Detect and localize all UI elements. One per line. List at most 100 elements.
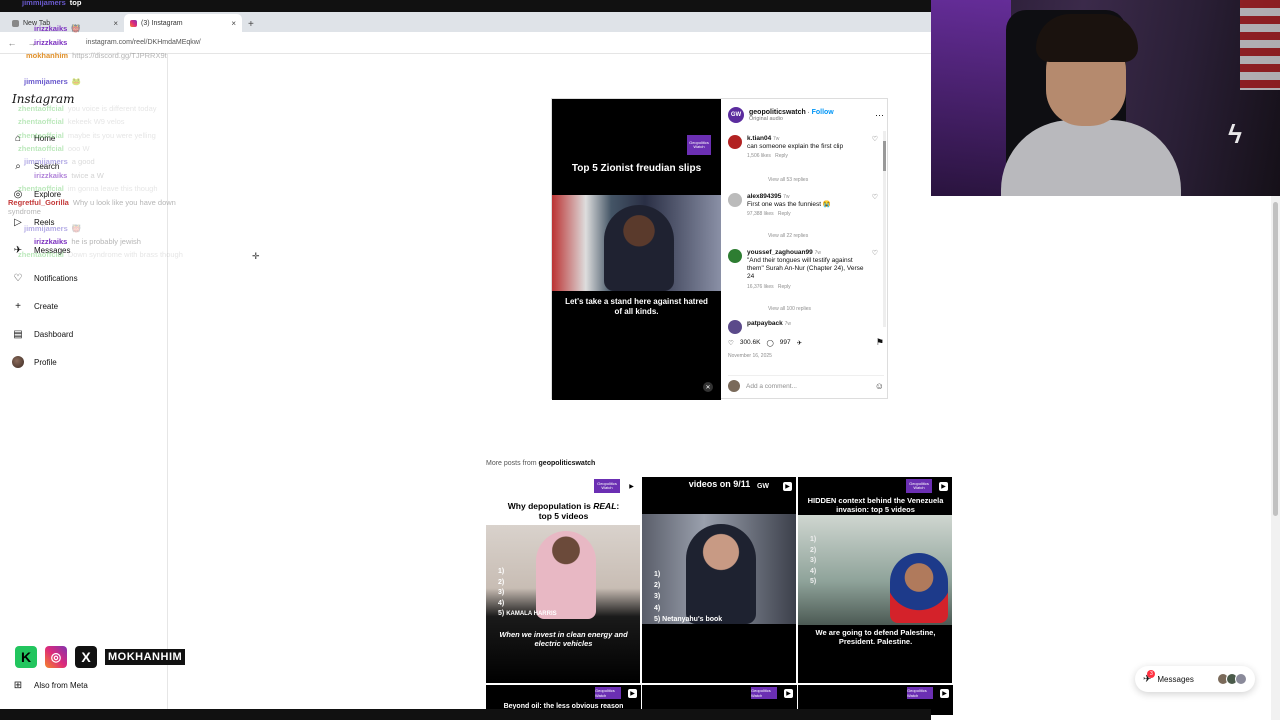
view-replies[interactable]: View all 22 replies <box>768 233 808 239</box>
view-replies[interactable]: View all 100 replies <box>768 306 811 312</box>
comment-user[interactable]: youssef_zaghouan99 <box>747 249 813 256</box>
messages-icon: ✈ 3 <box>1143 669 1156 685</box>
chat-text: https://discord.gg/TJPRRX9t <box>72 51 167 60</box>
comment-icon[interactable]: ◯ <box>766 339 773 347</box>
avatar[interactable] <box>728 193 742 207</box>
avatar[interactable] <box>728 320 742 334</box>
chat-text: top <box>69 0 82 7</box>
comment-text: "And their tongues will testify against … <box>747 257 864 281</box>
chat-text: Down syndrome with brass though <box>67 250 183 259</box>
post-viewer: Geopolitics Watch Top 5 Zionist freudian… <box>551 98 888 400</box>
kick-icon: K <box>15 646 37 668</box>
view-replies[interactable]: View all 53 replies <box>768 177 808 183</box>
tile-list: 1) 2) 3) 4) 5) KAMALA HARRIS <box>498 567 557 620</box>
avatar[interactable] <box>728 135 742 149</box>
like-comment-icon[interactable]: ♡ <box>872 193 878 218</box>
reel-video[interactable]: Geopolitics Watch Top 5 Zionist freudian… <box>552 99 721 400</box>
avatar[interactable] <box>728 249 742 263</box>
comment-text: First one was the funniest 😭 <box>747 201 831 209</box>
chat-user: irizzkaiks <box>34 237 68 246</box>
reply-button[interactable]: Reply <box>778 284 791 290</box>
avatar[interactable]: GW <box>728 107 744 123</box>
like-comment-icon[interactable]: ♡ <box>872 249 878 290</box>
comment-time: 7w <box>783 194 790 200</box>
chat-text: you voice is different today <box>67 104 157 113</box>
chat-text: maybe its you were yelling <box>67 131 156 140</box>
tile-title: Why depopulation is REAL: top 5 videos <box>492 501 635 521</box>
tile-list: 1) 2) 3) 4) 5) Netanyahu's book <box>654 569 722 625</box>
chat-message: zhentaoffcial Down syndrome with brass th… <box>18 250 198 259</box>
close-tab-icon[interactable]: × <box>231 19 236 28</box>
sidebar-item-dashboard[interactable]: ▤ Dashboard <box>12 328 73 340</box>
post-details: GW geopoliticswatch · Follow Original au… <box>722 99 888 400</box>
list-item: 5) <box>810 578 817 585</box>
channel-badge: Geopolitics Watch <box>906 479 932 493</box>
comment-user[interactable]: alex894395 <box>747 193 781 200</box>
comment-likes: 97,388 likes <box>747 211 774 218</box>
account-handle[interactable]: geopoliticswatch <box>749 109 806 116</box>
sidebar-item-create[interactable]: + Create <box>12 300 58 312</box>
original-audio-link[interactable]: Original audio <box>749 116 834 122</box>
chat-message: zhentaoffcial maybe its you were yelling <box>18 131 156 140</box>
tile-caption: When we invest in clean energy and elect… <box>499 630 628 649</box>
page-scrollbar[interactable] <box>1271 196 1280 720</box>
comment-user[interactable]: patpayback <box>747 320 783 327</box>
chat-message: jimmijamers top <box>22 0 81 7</box>
comment-user[interactable]: k.tian04 <box>747 135 771 142</box>
more-posts-account-link[interactable]: geopoliticswatch <box>539 460 596 467</box>
reply-button[interactable]: Reply <box>775 153 788 159</box>
list-item: 3) <box>654 593 661 601</box>
streamer-handle: MOKHANHIM <box>105 649 186 665</box>
webcam-person-hair <box>1036 14 1138 62</box>
reel-icon: ▶ <box>784 689 793 698</box>
reel-icon: ▶ <box>628 689 637 698</box>
post-tile[interactable]: GW ▶ videos on 9/11 1) 2) 3) 4) 5) Netan… <box>642 477 797 683</box>
tile-title: HIDDEN context behind the Venezuela inva… <box>807 496 944 514</box>
chat-message: irizzkaiks twice a W <box>34 171 104 180</box>
messages-button[interactable]: ✈ 3 Messages <box>1135 666 1255 692</box>
list-item: 3) <box>498 589 505 596</box>
post-tile[interactable]: Geopolitics Watch ▶ HIDDEN context behin… <box>798 477 953 683</box>
reel-icon: ▶ <box>940 689 949 698</box>
messages-label: Messages <box>1157 674 1194 684</box>
tile-list: 1) 2) 3) 4) 5) <box>810 535 816 588</box>
share-icon[interactable]: ✈ <box>797 339 802 347</box>
sidebar-item-profile[interactable]: Profile <box>12 356 57 368</box>
chat-user: jimmijamers <box>24 77 68 86</box>
comment: patpayback 7w <box>728 320 878 334</box>
list-item: 4) <box>498 599 505 607</box>
screen: New Tab × (3) Instagram × + ← → instagra… <box>0 0 1280 720</box>
avatar <box>728 380 740 392</box>
bookmark-icon[interactable]: ⚑ <box>876 337 884 348</box>
post-tile[interactable]: Geopolitics Watch ▶ Why depopulation is … <box>486 477 641 683</box>
reel-title: Top 5 Zionist freudian slips <box>571 163 702 174</box>
list-item: 1) <box>654 571 661 578</box>
comment-time: 7w <box>773 136 780 142</box>
chat-user: irizzkaiks <box>34 38 68 47</box>
follow-button[interactable]: Follow <box>812 109 834 116</box>
emote-icon: 👹 <box>71 24 81 33</box>
chat-message: Regretful_Gorilla Why u look like you hav… <box>8 198 198 216</box>
emote-icon: 🐸 <box>71 77 82 86</box>
like-comment-icon[interactable]: ♡ <box>872 135 878 160</box>
scrollbar-thumb[interactable] <box>883 141 886 171</box>
channel-badge: Geopolitics Watch <box>751 687 777 699</box>
sidebar-item-also-from-meta[interactable]: ⊞ Also from Meta <box>12 679 88 691</box>
post-date: November 16, 2025 <box>728 353 772 359</box>
scrollbar-thumb[interactable] <box>1273 202 1278 516</box>
mute-icon[interactable]: ✕ <box>703 382 713 392</box>
list-item: 4) <box>810 567 817 575</box>
list-item: 2) <box>654 582 661 590</box>
comment-likes: 1,506 likes <box>747 153 771 160</box>
reply-button[interactable]: Reply <box>778 211 791 217</box>
channel-badge: Geopolitics Watch <box>594 479 620 493</box>
new-tab-button[interactable]: + <box>242 19 260 32</box>
like-icon[interactable]: ♡ <box>728 339 734 347</box>
chat-message: jimmijamers 🐸 <box>24 77 81 86</box>
comment: k.tian04 7w can someone explain the firs… <box>728 135 878 160</box>
avatar <box>1235 673 1247 685</box>
comments-scrollbar[interactable] <box>883 131 886 327</box>
more-options-icon[interactable]: ⋯ <box>875 110 884 121</box>
add-comment-input[interactable]: Add a comment... <box>746 383 797 390</box>
emoji-icon[interactable]: ☺ <box>875 381 884 391</box>
